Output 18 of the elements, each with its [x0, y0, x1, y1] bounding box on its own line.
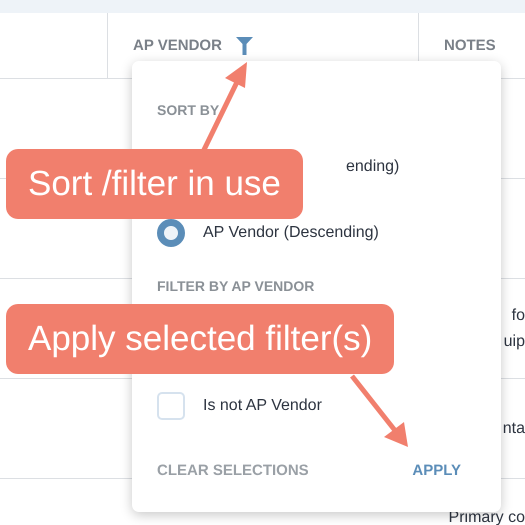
apply-button[interactable]: APPLY — [412, 462, 461, 478]
column-header[interactable]: AP VENDOR — [133, 37, 222, 54]
section-heading: SORT BY — [157, 101, 220, 120]
checkbox[interactable] — [157, 392, 185, 420]
radio-button[interactable] — [157, 219, 185, 247]
column-header[interactable]: NOTES — [444, 37, 496, 54]
callout-label: Sort /filter in use — [6, 149, 303, 219]
sort-option-label[interactable]: AP Vendor (Descending) — [203, 224, 379, 242]
notes-text: Primary co — [448, 510, 525, 525]
sort-option-label[interactable]: ending) — [346, 158, 400, 176]
callout-label: Apply selected filter(s) — [6, 304, 394, 374]
filter-icon[interactable] — [236, 36, 253, 54]
section-heading: FILTER BY AP VENDOR — [157, 277, 316, 296]
notes-text: fo — [512, 306, 525, 326]
notes-text: nta — [502, 418, 525, 438]
notes-text: uip — [504, 332, 525, 352]
clear-selections-button[interactable]: CLEAR SELECTIONS — [157, 462, 309, 478]
filter-option-label[interactable]: Is not AP Vendor — [203, 397, 322, 415]
